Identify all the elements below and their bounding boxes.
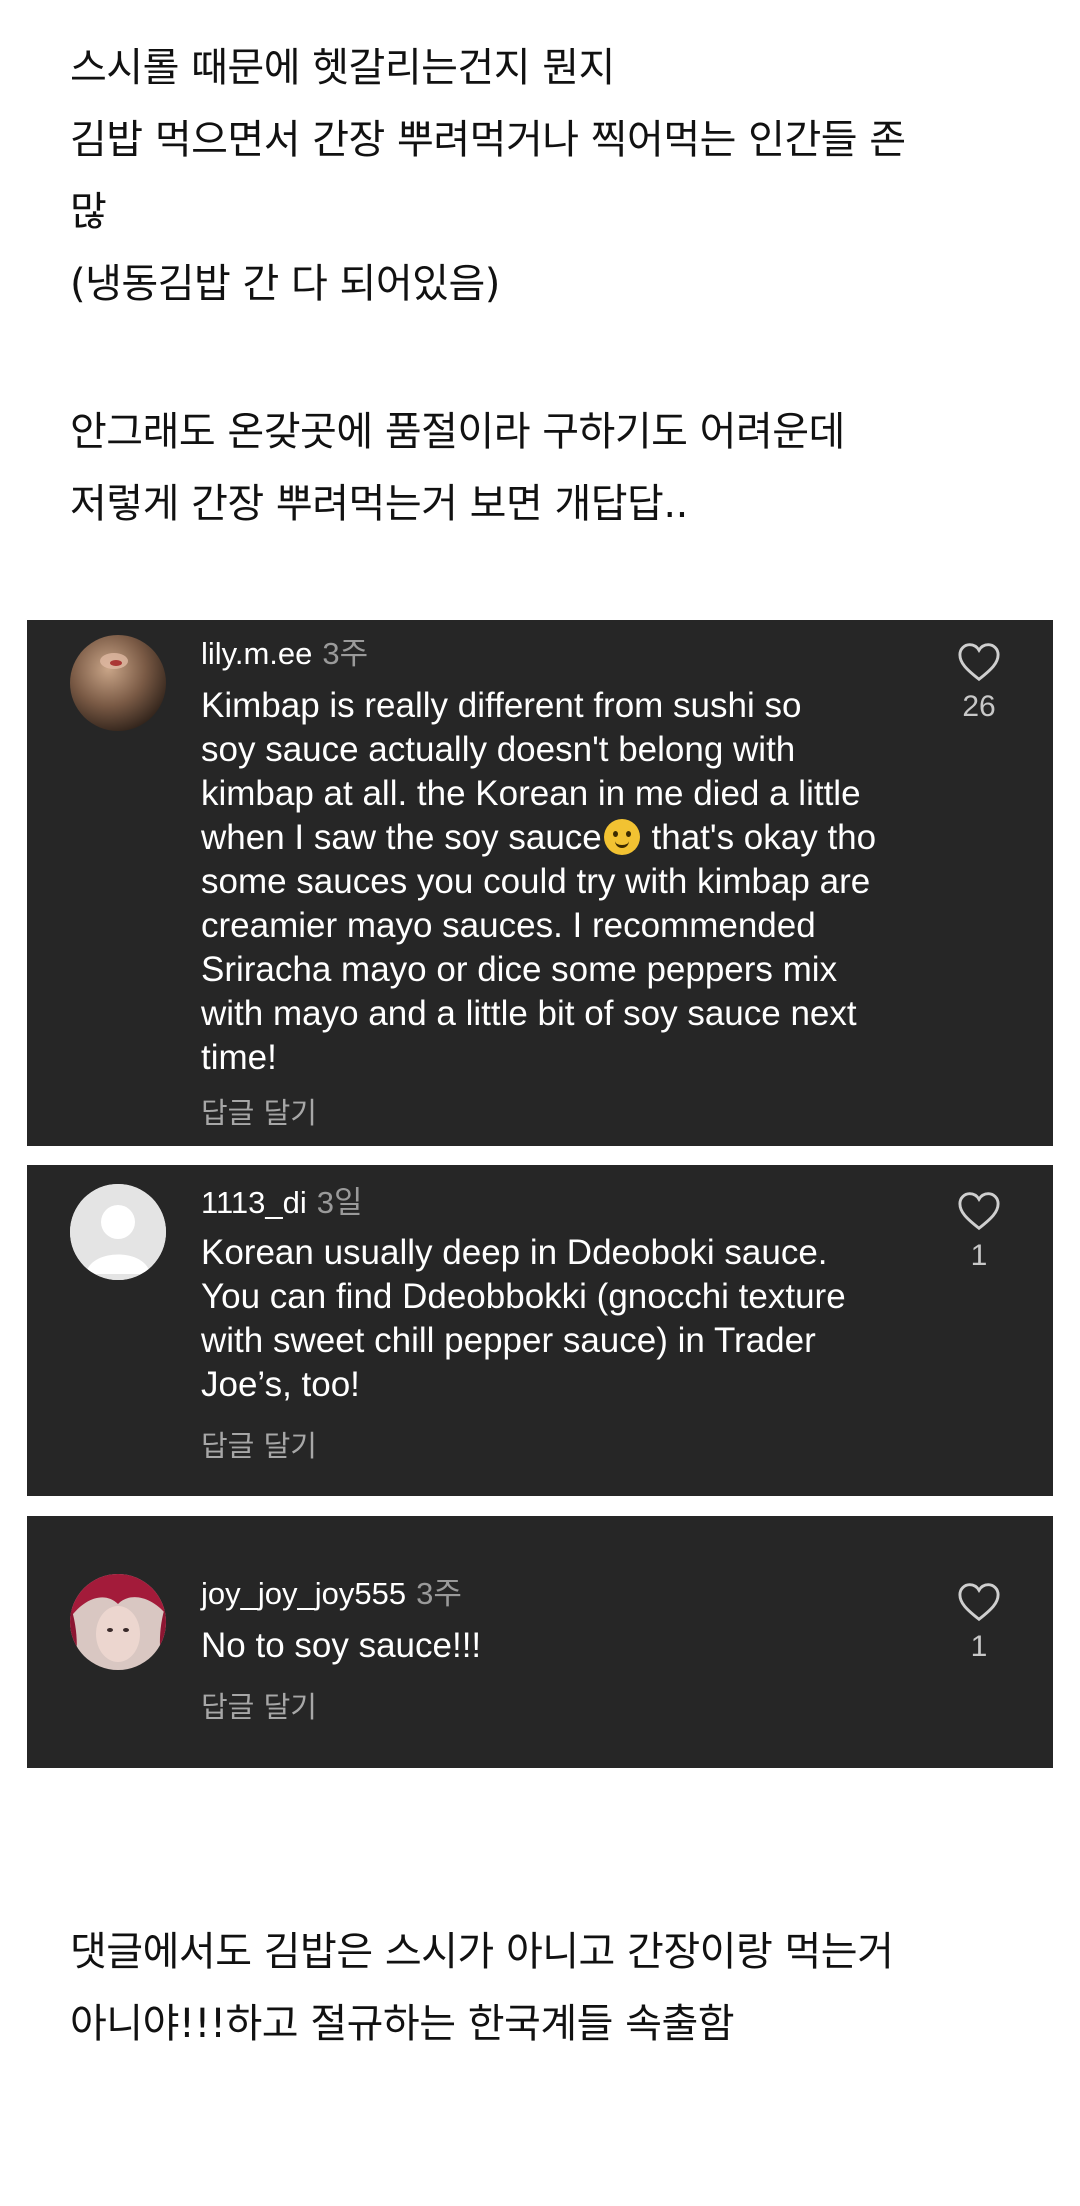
post-intro-text: 스시롤 때문에 헷갈리는건지 뭔지 김밥 먹으면서 간장 뿌려먹거나 찍어먹는 …	[70, 32, 1030, 320]
comment-text: No to soy sauce!!!	[201, 1624, 921, 1668]
comment-card: 1113_di 3일 Korean usually deep in Ddeobok…	[27, 1165, 1053, 1496]
heart-icon	[958, 1192, 1000, 1231]
post-line: 김밥 먹으면서 간장 뿌려먹거나 찍어먹는 인간들 존	[70, 117, 906, 163]
reply-button[interactable]: 답글 달기	[201, 1090, 317, 1132]
comment-line: No to soy sauce!!!	[201, 1626, 482, 1665]
comment-author[interactable]: lily.m.ee 3주	[201, 628, 368, 673]
user-photo-icon	[70, 635, 166, 731]
post-line: 안그래도 온갖곳에 품절이라 구하기도 어려운데	[70, 409, 845, 455]
smiling-face-emoji-icon	[603, 819, 640, 855]
like-button[interactable]: 1	[949, 1582, 1009, 1664]
comment-line-tail: that's okay tho	[641, 818, 877, 857]
comment-text: Korean usually deep in Ddeoboki sauce. Y…	[201, 1231, 921, 1407]
comment-line: some sauces you could try with kimbap ar…	[201, 862, 871, 901]
post-outro-text: 댓글에서도 김밥은 스시가 아니고 간장이랑 먹는거 아니야!!!하고 절규하는…	[70, 1916, 1030, 2060]
comment-author[interactable]: joy_joy_joy555 3주	[201, 1568, 462, 1613]
comment-time: 3일	[316, 1185, 363, 1220]
heart-icon	[958, 643, 1000, 682]
like-button[interactable]: 1	[949, 1191, 1009, 1273]
like-count: 1	[970, 1630, 988, 1663]
comment-text: Kimbap is really different from sushi so…	[201, 684, 921, 1080]
user-photo-icon	[70, 1574, 166, 1670]
post-line: (냉동김밥 간 다 되어있음)	[70, 261, 500, 307]
avatar[interactable]	[70, 635, 166, 731]
comment-line: Sriracha mayo or dice some peppers mix	[201, 950, 838, 989]
comment-time: 3주	[322, 636, 369, 671]
post-line: 아니야!!!하고 절규하는 한국계들 속출함	[70, 2001, 735, 2047]
comment-author[interactable]: 1113_di 3일	[201, 1177, 363, 1222]
like-count: 26	[962, 690, 996, 723]
username[interactable]: 1113_di	[201, 1185, 307, 1220]
post-intro2-text: 안그래도 온갖곳에 품절이라 구하기도 어려운데 저렇게 간장 뿌려먹는거 보면…	[70, 396, 1030, 540]
comment-time: 3주	[416, 1576, 462, 1611]
post-line: 스시롤 때문에 헷갈리는건지 뭔지	[70, 45, 615, 91]
like-count: 1	[970, 1239, 988, 1272]
avatar[interactable]	[70, 1574, 166, 1670]
reply-button[interactable]: 답글 달기	[201, 1684, 317, 1726]
comment-line: Korean usually deep in Ddeoboki sauce.	[201, 1233, 828, 1272]
post-line: 저렇게 간장 뿌려먹는거 보면 개답답..	[70, 481, 688, 527]
username[interactable]: joy_joy_joy555	[201, 1576, 406, 1611]
post-line: 댓글에서도 김밥은 스시가 아니고 간장이랑 먹는거	[70, 1929, 894, 1975]
like-button[interactable]: 26	[949, 642, 1009, 724]
heart-icon	[958, 1583, 1000, 1622]
comment-card: joy_joy_joy555 3주 No to soy sauce!!! 답글 달…	[27, 1516, 1053, 1768]
comment-line: Kimbap is really different from sushi so	[201, 686, 802, 725]
comment-line: kimbap at all. the Korean in me died a l…	[201, 774, 861, 813]
reply-button[interactable]: 답글 달기	[201, 1423, 317, 1465]
avatar[interactable]	[70, 1184, 166, 1280]
comment-line: with sweet chill pepper sauce) in Trader	[201, 1321, 816, 1360]
comment-line: soy sauce actually doesn't belong with	[201, 730, 796, 769]
comment-line: creamier mayo sauces. I recommended	[201, 906, 816, 945]
comment-line: time!	[201, 1038, 277, 1077]
default-avatar-icon	[70, 1184, 166, 1280]
comment-line: when I saw the soy sauce that's okay tho	[201, 816, 921, 860]
username[interactable]: lily.m.ee	[201, 636, 312, 671]
comment-line: with mayo and a little bit of soy sauce …	[201, 994, 857, 1033]
comment-line-text: when I saw the soy sauce	[201, 818, 602, 857]
comment-card: lily.m.ee 3주 Kimbap is really different f…	[27, 620, 1053, 1146]
comment-line: Joe’s, too!	[201, 1365, 360, 1404]
post-line: 많	[70, 189, 107, 235]
comment-line: You can find Ddeobbokki (gnocchi texture	[201, 1277, 846, 1316]
